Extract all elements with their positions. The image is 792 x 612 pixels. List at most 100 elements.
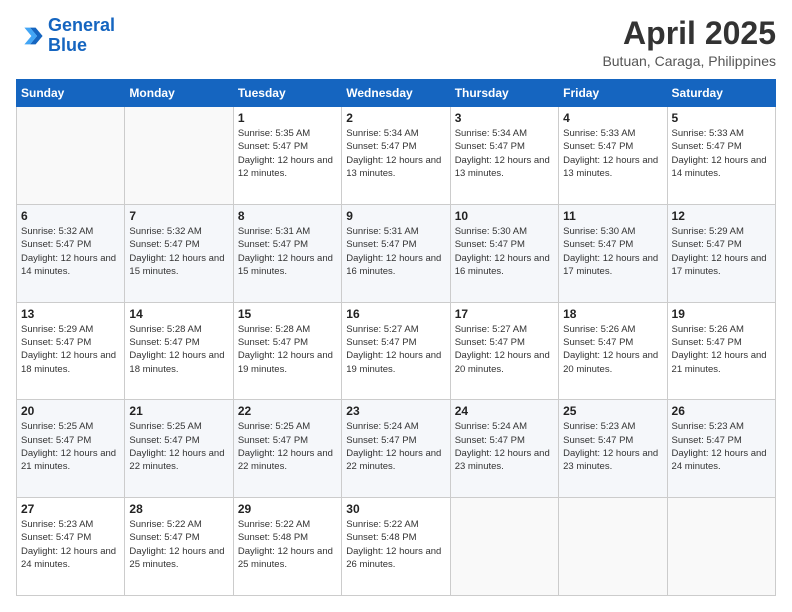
logo-line1: General	[48, 15, 115, 35]
day-info: Sunrise: 5:23 AMSunset: 5:47 PMDaylight:…	[672, 420, 771, 473]
calendar-cell: 9Sunrise: 5:31 AMSunset: 5:47 PMDaylight…	[342, 204, 450, 302]
header: General Blue April 2025 Butuan, Caraga, …	[16, 16, 776, 69]
day-number: 14	[129, 307, 228, 321]
day-number: 20	[21, 404, 120, 418]
day-number: 29	[238, 502, 337, 516]
day-info: Sunrise: 5:26 AMSunset: 5:47 PMDaylight:…	[672, 323, 771, 376]
calendar-cell: 26 Sunrise: 5:23 AMSunset: 5:47 PMDayligh…	[667, 400, 775, 498]
logo-text: General Blue	[48, 16, 115, 56]
day-info: Sunrise: 5:33 AMSunset: 5:47 PMDaylight:…	[563, 127, 662, 180]
day-info: Sunrise: 5:27 AMSunset: 5:47 PMDaylight:…	[455, 323, 554, 376]
day-number: 5	[672, 111, 771, 125]
day-info: Sunrise: 5:27 AMSunset: 5:47 PMDaylight:…	[346, 323, 445, 376]
day-number: 12	[672, 209, 771, 223]
day-number: 1	[238, 111, 337, 125]
page: General Blue April 2025 Butuan, Caraga, …	[0, 0, 792, 612]
day-number: 22	[238, 404, 337, 418]
day-info: Sunrise: 5:29 AMSunset: 5:47 PMDaylight:…	[21, 323, 120, 376]
day-number: 10	[455, 209, 554, 223]
calendar-cell: 30 Sunrise: 5:22 AMSunset: 5:48 PMDayligh…	[342, 498, 450, 596]
day-number: 8	[238, 209, 337, 223]
calendar-cell	[17, 107, 125, 205]
calendar-cell: 22 Sunrise: 5:25 AMSunset: 5:47 PMDayligh…	[233, 400, 341, 498]
day-info: Sunrise: 5:24 AMSunset: 5:47 PMDaylight:…	[455, 420, 554, 473]
day-number: 4	[563, 111, 662, 125]
day-number: 30	[346, 502, 445, 516]
day-number: 26	[672, 404, 771, 418]
logo-line2: Blue	[48, 35, 87, 55]
calendar-cell	[125, 107, 233, 205]
calendar-cell: 17Sunrise: 5:27 AMSunset: 5:47 PMDayligh…	[450, 302, 558, 400]
day-info: Sunrise: 5:25 AMSunset: 5:47 PMDaylight:…	[238, 420, 337, 473]
day-info: Sunrise: 5:26 AMSunset: 5:47 PMDaylight:…	[563, 323, 662, 376]
day-info: Sunrise: 5:33 AMSunset: 5:47 PMDaylight:…	[672, 127, 771, 180]
calendar-cell: 18 Sunrise: 5:26 AMSunset: 5:47 PMDayligh…	[559, 302, 667, 400]
calendar-cell	[559, 498, 667, 596]
day-info: Sunrise: 5:32 AMSunset: 5:47 PMDaylight:…	[21, 225, 120, 278]
col-header-thursday: Thursday	[450, 80, 558, 107]
calendar-cell	[667, 498, 775, 596]
day-number: 19	[672, 307, 771, 321]
day-number: 16	[346, 307, 445, 321]
day-number: 23	[346, 404, 445, 418]
day-info: Sunrise: 5:22 AMSunset: 5:48 PMDaylight:…	[346, 518, 445, 571]
calendar-cell: 16 Sunrise: 5:27 AMSunset: 5:47 PMDayligh…	[342, 302, 450, 400]
day-info: Sunrise: 5:34 AMSunset: 5:47 PMDaylight:…	[455, 127, 554, 180]
day-number: 3	[455, 111, 554, 125]
day-number: 21	[129, 404, 228, 418]
day-info: Sunrise: 5:28 AMSunset: 5:47 PMDaylight:…	[238, 323, 337, 376]
day-number: 9	[346, 209, 445, 223]
day-info: Sunrise: 5:30 AMSunset: 5:47 PMDaylight:…	[455, 225, 554, 278]
calendar-cell: 19 Sunrise: 5:26 AMSunset: 5:47 PMDayligh…	[667, 302, 775, 400]
day-info: Sunrise: 5:31 AMSunset: 5:47 PMDaylight:…	[238, 225, 337, 278]
day-info: Sunrise: 5:30 AMSunset: 5:47 PMDaylight:…	[563, 225, 662, 278]
day-info: Sunrise: 5:23 AMSunset: 5:47 PMDaylight:…	[21, 518, 120, 571]
day-info: Sunrise: 5:25 AMSunset: 5:47 PMDaylight:…	[21, 420, 120, 473]
day-info: Sunrise: 5:32 AMSunset: 5:47 PMDaylight:…	[129, 225, 228, 278]
calendar-cell: 29 Sunrise: 5:22 AMSunset: 5:48 PMDayligh…	[233, 498, 341, 596]
calendar-cell: 3 Sunrise: 5:34 AMSunset: 5:47 PMDaylight…	[450, 107, 558, 205]
subtitle: Butuan, Caraga, Philippines	[602, 53, 776, 69]
calendar-cell: 25 Sunrise: 5:23 AMSunset: 5:47 PMDayligh…	[559, 400, 667, 498]
calendar-cell	[450, 498, 558, 596]
logo: General Blue	[16, 16, 115, 56]
calendar-cell: 1 Sunrise: 5:35 AMSunset: 5:47 PMDaylight…	[233, 107, 341, 205]
day-number: 15	[238, 307, 337, 321]
col-header-tuesday: Tuesday	[233, 80, 341, 107]
calendar-cell: 28 Sunrise: 5:22 AMSunset: 5:47 PMDayligh…	[125, 498, 233, 596]
day-number: 27	[21, 502, 120, 516]
col-header-wednesday: Wednesday	[342, 80, 450, 107]
title-block: April 2025 Butuan, Caraga, Philippines	[602, 16, 776, 69]
col-header-saturday: Saturday	[667, 80, 775, 107]
day-number: 11	[563, 209, 662, 223]
col-header-monday: Monday	[125, 80, 233, 107]
day-info: Sunrise: 5:24 AMSunset: 5:47 PMDaylight:…	[346, 420, 445, 473]
day-number: 25	[563, 404, 662, 418]
calendar-cell: 6 Sunrise: 5:32 AMSunset: 5:47 PMDaylight…	[17, 204, 125, 302]
calendar-cell: 12 Sunrise: 5:29 AMSunset: 5:47 PMDayligh…	[667, 204, 775, 302]
day-info: Sunrise: 5:23 AMSunset: 5:47 PMDaylight:…	[563, 420, 662, 473]
day-info: Sunrise: 5:22 AMSunset: 5:48 PMDaylight:…	[238, 518, 337, 571]
day-info: Sunrise: 5:35 AMSunset: 5:47 PMDaylight:…	[238, 127, 337, 180]
day-number: 28	[129, 502, 228, 516]
logo-icon	[16, 22, 44, 50]
day-info: Sunrise: 5:34 AMSunset: 5:47 PMDaylight:…	[346, 127, 445, 180]
calendar-cell: 15 Sunrise: 5:28 AMSunset: 5:47 PMDayligh…	[233, 302, 341, 400]
day-number: 18	[563, 307, 662, 321]
calendar-cell: 21Sunrise: 5:25 AMSunset: 5:47 PMDayligh…	[125, 400, 233, 498]
calendar-cell: 2 Sunrise: 5:34 AMSunset: 5:47 PMDaylight…	[342, 107, 450, 205]
main-title: April 2025	[602, 16, 776, 51]
day-number: 7	[129, 209, 228, 223]
calendar-cell: 7 Sunrise: 5:32 AMSunset: 5:47 PMDaylight…	[125, 204, 233, 302]
calendar-cell: 11 Sunrise: 5:30 AMSunset: 5:47 PMDayligh…	[559, 204, 667, 302]
calendar-cell: 13Sunrise: 5:29 AMSunset: 5:47 PMDayligh…	[17, 302, 125, 400]
day-number: 6	[21, 209, 120, 223]
day-info: Sunrise: 5:29 AMSunset: 5:47 PMDaylight:…	[672, 225, 771, 278]
calendar: SundayMondayTuesdayWednesdayThursdayFrid…	[16, 79, 776, 596]
calendar-cell: 4 Sunrise: 5:33 AMSunset: 5:47 PMDaylight…	[559, 107, 667, 205]
day-info: Sunrise: 5:28 AMSunset: 5:47 PMDaylight:…	[129, 323, 228, 376]
day-number: 2	[346, 111, 445, 125]
calendar-cell: 10 Sunrise: 5:30 AMSunset: 5:47 PMDayligh…	[450, 204, 558, 302]
calendar-cell: 27 Sunrise: 5:23 AMSunset: 5:47 PMDayligh…	[17, 498, 125, 596]
day-info: Sunrise: 5:22 AMSunset: 5:47 PMDaylight:…	[129, 518, 228, 571]
